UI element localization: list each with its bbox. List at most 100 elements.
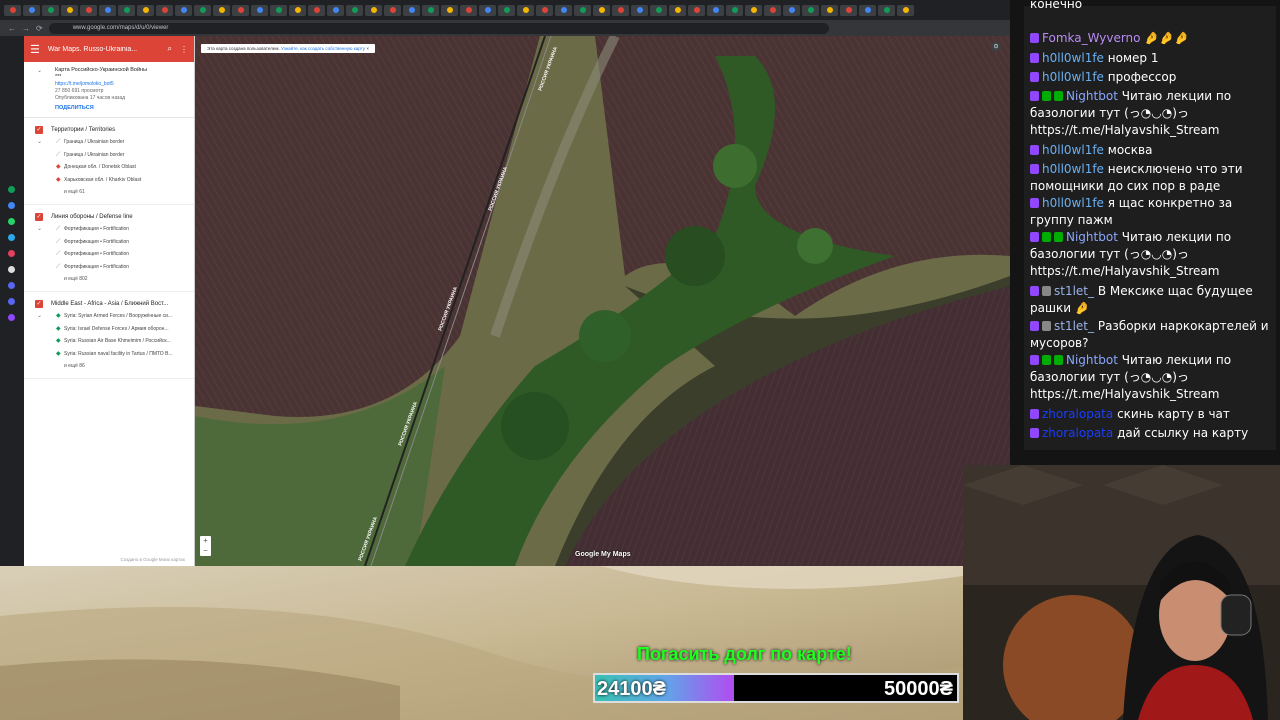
chat-username[interactable]: h0ll0wl1fe xyxy=(1042,162,1104,176)
browser-tab[interactable] xyxy=(859,4,876,16)
browser-tab[interactable] xyxy=(327,4,344,16)
layer-title-row[interactable]: ✓ Линия обороны / Defense line xyxy=(24,211,194,223)
browser-tab[interactable] xyxy=(213,4,230,16)
browser-tab[interactable] xyxy=(745,4,762,16)
browser-tab[interactable] xyxy=(42,4,59,16)
layer-item[interactable]: ⟋ Фортификация • Fortification xyxy=(24,223,194,236)
layer-item[interactable]: ◆ Харьковская обл. / Kharkiv Oblast xyxy=(24,174,194,187)
layer-title-row[interactable]: ✓ Территории / Territories xyxy=(24,124,194,136)
browser-tab[interactable] xyxy=(4,4,21,16)
layer-item[interactable]: ◆ Syria: Russian naval facility in Tartus… xyxy=(24,348,194,361)
zoom-out-icon[interactable]: − xyxy=(203,546,208,555)
browser-tab[interactable] xyxy=(498,4,515,16)
browser-tab[interactable] xyxy=(764,4,781,16)
layer-item[interactable]: ◆ Syria: Israel Defense Forces / Армия об… xyxy=(24,323,194,336)
browser-tab[interactable] xyxy=(612,4,629,16)
layer-item[interactable]: ◆ Syria: Russian Air Base Khmeimim / Росс… xyxy=(24,335,194,348)
browser-tab[interactable] xyxy=(61,4,78,16)
browser-tab[interactable] xyxy=(460,4,477,16)
browser-tab[interactable] xyxy=(821,4,838,16)
chat-username[interactable]: h0ll0wl1fe xyxy=(1042,143,1104,157)
app-icon[interactable] xyxy=(8,282,15,289)
browser-tab[interactable] xyxy=(365,4,382,16)
browser-tab[interactable] xyxy=(99,4,116,16)
share-button[interactable]: ПОДЕЛИТЬСЯ xyxy=(55,105,188,112)
browser-tab[interactable] xyxy=(669,4,686,16)
browser-tab[interactable] xyxy=(840,4,857,16)
app-icon[interactable] xyxy=(8,218,15,225)
checkbox-icon[interactable]: ✓ xyxy=(35,300,43,308)
map-link[interactable]: https://t.me/jomoloko_bot5 xyxy=(55,81,188,88)
reload-icon[interactable]: ⟳ xyxy=(36,24,43,33)
layer-item[interactable]: ⟋ Фортификация • Fortification xyxy=(24,236,194,249)
more-items-link[interactable]: и ещё 802 xyxy=(24,273,194,285)
browser-tab[interactable] xyxy=(479,4,496,16)
chat-username[interactable]: st1let_ xyxy=(1054,319,1094,333)
chat-username[interactable]: Nightbot xyxy=(1066,89,1118,103)
app-icon[interactable] xyxy=(8,314,15,321)
chat-username[interactable]: zhoralopata xyxy=(1042,426,1113,440)
checkbox-icon[interactable]: ✓ xyxy=(35,213,43,221)
more-vert-icon[interactable]: ⋮ xyxy=(180,45,188,54)
app-icon[interactable] xyxy=(8,250,15,257)
close-icon[interactable]: × xyxy=(366,46,369,51)
browser-tab[interactable] xyxy=(270,4,287,16)
layer-item[interactable]: ◆ Донецкая обл. / Donetsk Oblast xyxy=(24,161,194,174)
browser-tab[interactable] xyxy=(346,4,363,16)
browser-tab[interactable] xyxy=(802,4,819,16)
browser-tab[interactable] xyxy=(137,4,154,16)
browser-tab[interactable] xyxy=(707,4,724,16)
browser-tab[interactable] xyxy=(251,4,268,16)
more-items-link[interactable]: и ещё 86 xyxy=(24,360,194,372)
chat-username[interactable]: h0ll0wl1fe xyxy=(1042,196,1104,210)
browser-tab[interactable] xyxy=(536,4,553,16)
more-items-link[interactable]: и ещё 61 xyxy=(24,186,194,198)
address-bar[interactable]: www.google.com/maps/d/u/0/viewer xyxy=(48,22,829,34)
browser-tab[interactable] xyxy=(403,4,420,16)
browser-tab[interactable] xyxy=(574,4,591,16)
zoom-control[interactable]: + − xyxy=(200,536,211,556)
satellite-map[interactable]: РОССИЯ УКРАИНА РОССИЯ УКРАИНА РОССИЯ УКР… xyxy=(195,36,1010,566)
chevron-down-icon[interactable]: ⌄ xyxy=(37,68,42,75)
browser-tab[interactable] xyxy=(308,4,325,16)
layer-item[interactable]: ⟋ Фортификация • Fortification xyxy=(24,261,194,274)
app-icon[interactable] xyxy=(8,202,15,209)
search-icon[interactable]: ⌕ xyxy=(168,44,172,54)
browser-tab[interactable] xyxy=(897,4,914,16)
browser-tab[interactable] xyxy=(156,4,173,16)
compass-icon[interactable]: ⊙ xyxy=(991,42,1001,52)
back-icon[interactable]: ← xyxy=(8,24,16,33)
app-icon[interactable] xyxy=(8,266,15,273)
browser-tab[interactable] xyxy=(555,4,572,16)
chat-username[interactable]: h0ll0wl1fe xyxy=(1042,51,1104,65)
browser-tab[interactable] xyxy=(441,4,458,16)
zoom-in-icon[interactable]: + xyxy=(203,536,208,545)
layer-item[interactable]: ⟋ Граница / Ukrainian border xyxy=(24,149,194,162)
forward-icon[interactable]: → xyxy=(22,24,30,33)
browser-tab[interactable] xyxy=(118,4,135,16)
layer-item[interactable]: ⟋ Граница / Ukrainian border xyxy=(24,136,194,149)
browser-tab[interactable] xyxy=(878,4,895,16)
chat-username[interactable]: zhoralopata xyxy=(1042,407,1113,421)
browser-tab[interactable] xyxy=(175,4,192,16)
browser-tab[interactable] xyxy=(726,4,743,16)
menu-icon[interactable]: ☰ xyxy=(30,43,40,56)
app-icon[interactable] xyxy=(8,234,15,241)
checkbox-icon[interactable]: ✓ xyxy=(35,126,43,134)
browser-tab[interactable] xyxy=(783,4,800,16)
browser-tab[interactable] xyxy=(23,4,40,16)
chat-username[interactable]: Fomka_Wyverno xyxy=(1042,31,1141,45)
app-icon[interactable] xyxy=(8,186,15,193)
browser-tab[interactable] xyxy=(194,4,211,16)
browser-tab[interactable] xyxy=(631,4,648,16)
browser-tab[interactable] xyxy=(688,4,705,16)
browser-tab[interactable] xyxy=(289,4,306,16)
layer-item[interactable]: ◆ Syria: Syrian Armed Forces / Вооружённы… xyxy=(24,310,194,323)
app-icon[interactable] xyxy=(8,298,15,305)
notice-link[interactable]: Узнайте, как создать собственную карту xyxy=(281,46,365,51)
browser-tab[interactable] xyxy=(384,4,401,16)
browser-tab[interactable] xyxy=(593,4,610,16)
browser-tab[interactable] xyxy=(232,4,249,16)
browser-tab[interactable] xyxy=(422,4,439,16)
layer-item[interactable]: ⟋ Фортификация • Fortification xyxy=(24,248,194,261)
